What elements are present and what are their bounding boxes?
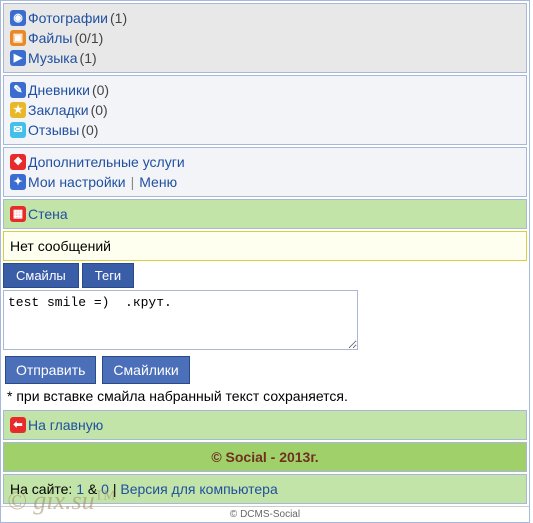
send-button[interactable]: Отправить <box>5 356 96 384</box>
copyright-bar: © Social - 2013г. <box>3 442 527 472</box>
photos-count: (1) <box>110 8 127 28</box>
bookmarks-count: (0) <box>91 100 108 120</box>
media-section: ◉ Фотографии (1) ▣ Файлы (0/1) ▶ Музыка … <box>3 3 527 73</box>
onsite-label: На сайте: <box>10 481 76 497</box>
nav-photos[interactable]: ◉ Фотографии (1) <box>10 8 520 28</box>
nav-music[interactable]: ▶ Музыка (1) <box>10 48 520 68</box>
amp: & <box>84 481 101 497</box>
reviews-link[interactable]: Отзывы <box>28 120 79 140</box>
music-icon: ▶ <box>10 50 26 66</box>
menu-link[interactable]: Меню <box>139 172 177 192</box>
file-icon: ▣ <box>10 30 26 46</box>
nav-reviews[interactable]: ✉ Отзывы (0) <box>10 120 520 140</box>
nav-bookmarks[interactable]: ★ Закладки (0) <box>10 100 520 120</box>
services-icon: ❖ <box>10 154 26 170</box>
app-frame: ◉ Фотографии (1) ▣ Файлы (0/1) ▶ Музыка … <box>0 0 530 523</box>
photo-icon: ◉ <box>10 10 26 26</box>
copyright-text: © Social - 2013г. <box>211 449 318 465</box>
home-link[interactable]: На главную <box>28 415 103 435</box>
tab-smiles[interactable]: Смайлы <box>3 263 79 288</box>
sep2: | <box>109 481 120 497</box>
nav-extra-services[interactable]: ❖ Дополнительные услуги <box>10 152 520 172</box>
files-link[interactable]: Файлы <box>28 28 72 48</box>
music-count: (1) <box>80 48 97 68</box>
bookmark-icon: ★ <box>10 102 26 118</box>
reviews-count: (0) <box>81 120 98 140</box>
online-count-1[interactable]: 1 <box>76 481 84 497</box>
wall-empty-msg: Нет сообщений <box>3 231 527 261</box>
home-section: ⬅ На главную <box>3 410 527 440</box>
settings-icon: ✦ <box>10 174 26 190</box>
diary-icon: ✎ <box>10 82 26 98</box>
nav-settings-row: ✦ Мои настройки | Меню <box>10 172 520 192</box>
online-count-0[interactable]: 0 <box>101 481 109 497</box>
hint-text: * при вставке смайла набранный текст сох… <box>7 388 523 404</box>
extra-services-link[interactable]: Дополнительные услуги <box>28 152 185 172</box>
pc-version-link[interactable]: Версия для компьютера <box>120 481 277 497</box>
my-settings-link[interactable]: Мои настройки <box>28 172 126 192</box>
wall-icon: ▦ <box>10 206 26 222</box>
review-icon: ✉ <box>10 122 26 138</box>
music-link[interactable]: Музыка <box>28 48 78 68</box>
smilies-button[interactable]: Смайлики <box>102 356 189 384</box>
wall-title[interactable]: Стена <box>28 204 68 224</box>
settings-section: ❖ Дополнительные услуги ✦ Мои настройки … <box>3 147 527 197</box>
diaries-count: (0) <box>92 80 109 100</box>
tab-tags[interactable]: Теги <box>82 263 134 288</box>
activity-section: ✎ Дневники (0) ★ Закладки (0) ✉ Отзывы (… <box>3 75 527 145</box>
home-icon: ⬅ <box>10 417 26 433</box>
wall-header: ▦ Стена <box>3 199 527 229</box>
files-count: (0/1) <box>74 28 103 48</box>
nav-files[interactable]: ▣ Файлы (0/1) <box>10 28 520 48</box>
button-row: Отправить Смайлики <box>5 356 525 384</box>
photos-link[interactable]: Фотографии <box>28 8 108 28</box>
diaries-link[interactable]: Дневники <box>28 80 90 100</box>
separator: | <box>131 172 135 192</box>
bookmarks-link[interactable]: Закладки <box>28 100 89 120</box>
footer-bar: На сайте: 1 & 0 | Версия для компьютера <box>3 474 527 504</box>
nav-diaries[interactable]: ✎ Дневники (0) <box>10 80 520 100</box>
no-messages-text: Нет сообщений <box>10 238 111 254</box>
message-textarea[interactable] <box>3 290 358 350</box>
compose-tabs: Смайлы Теги <box>3 263 527 288</box>
engine-credit: © DCMS-Social <box>1 506 529 522</box>
